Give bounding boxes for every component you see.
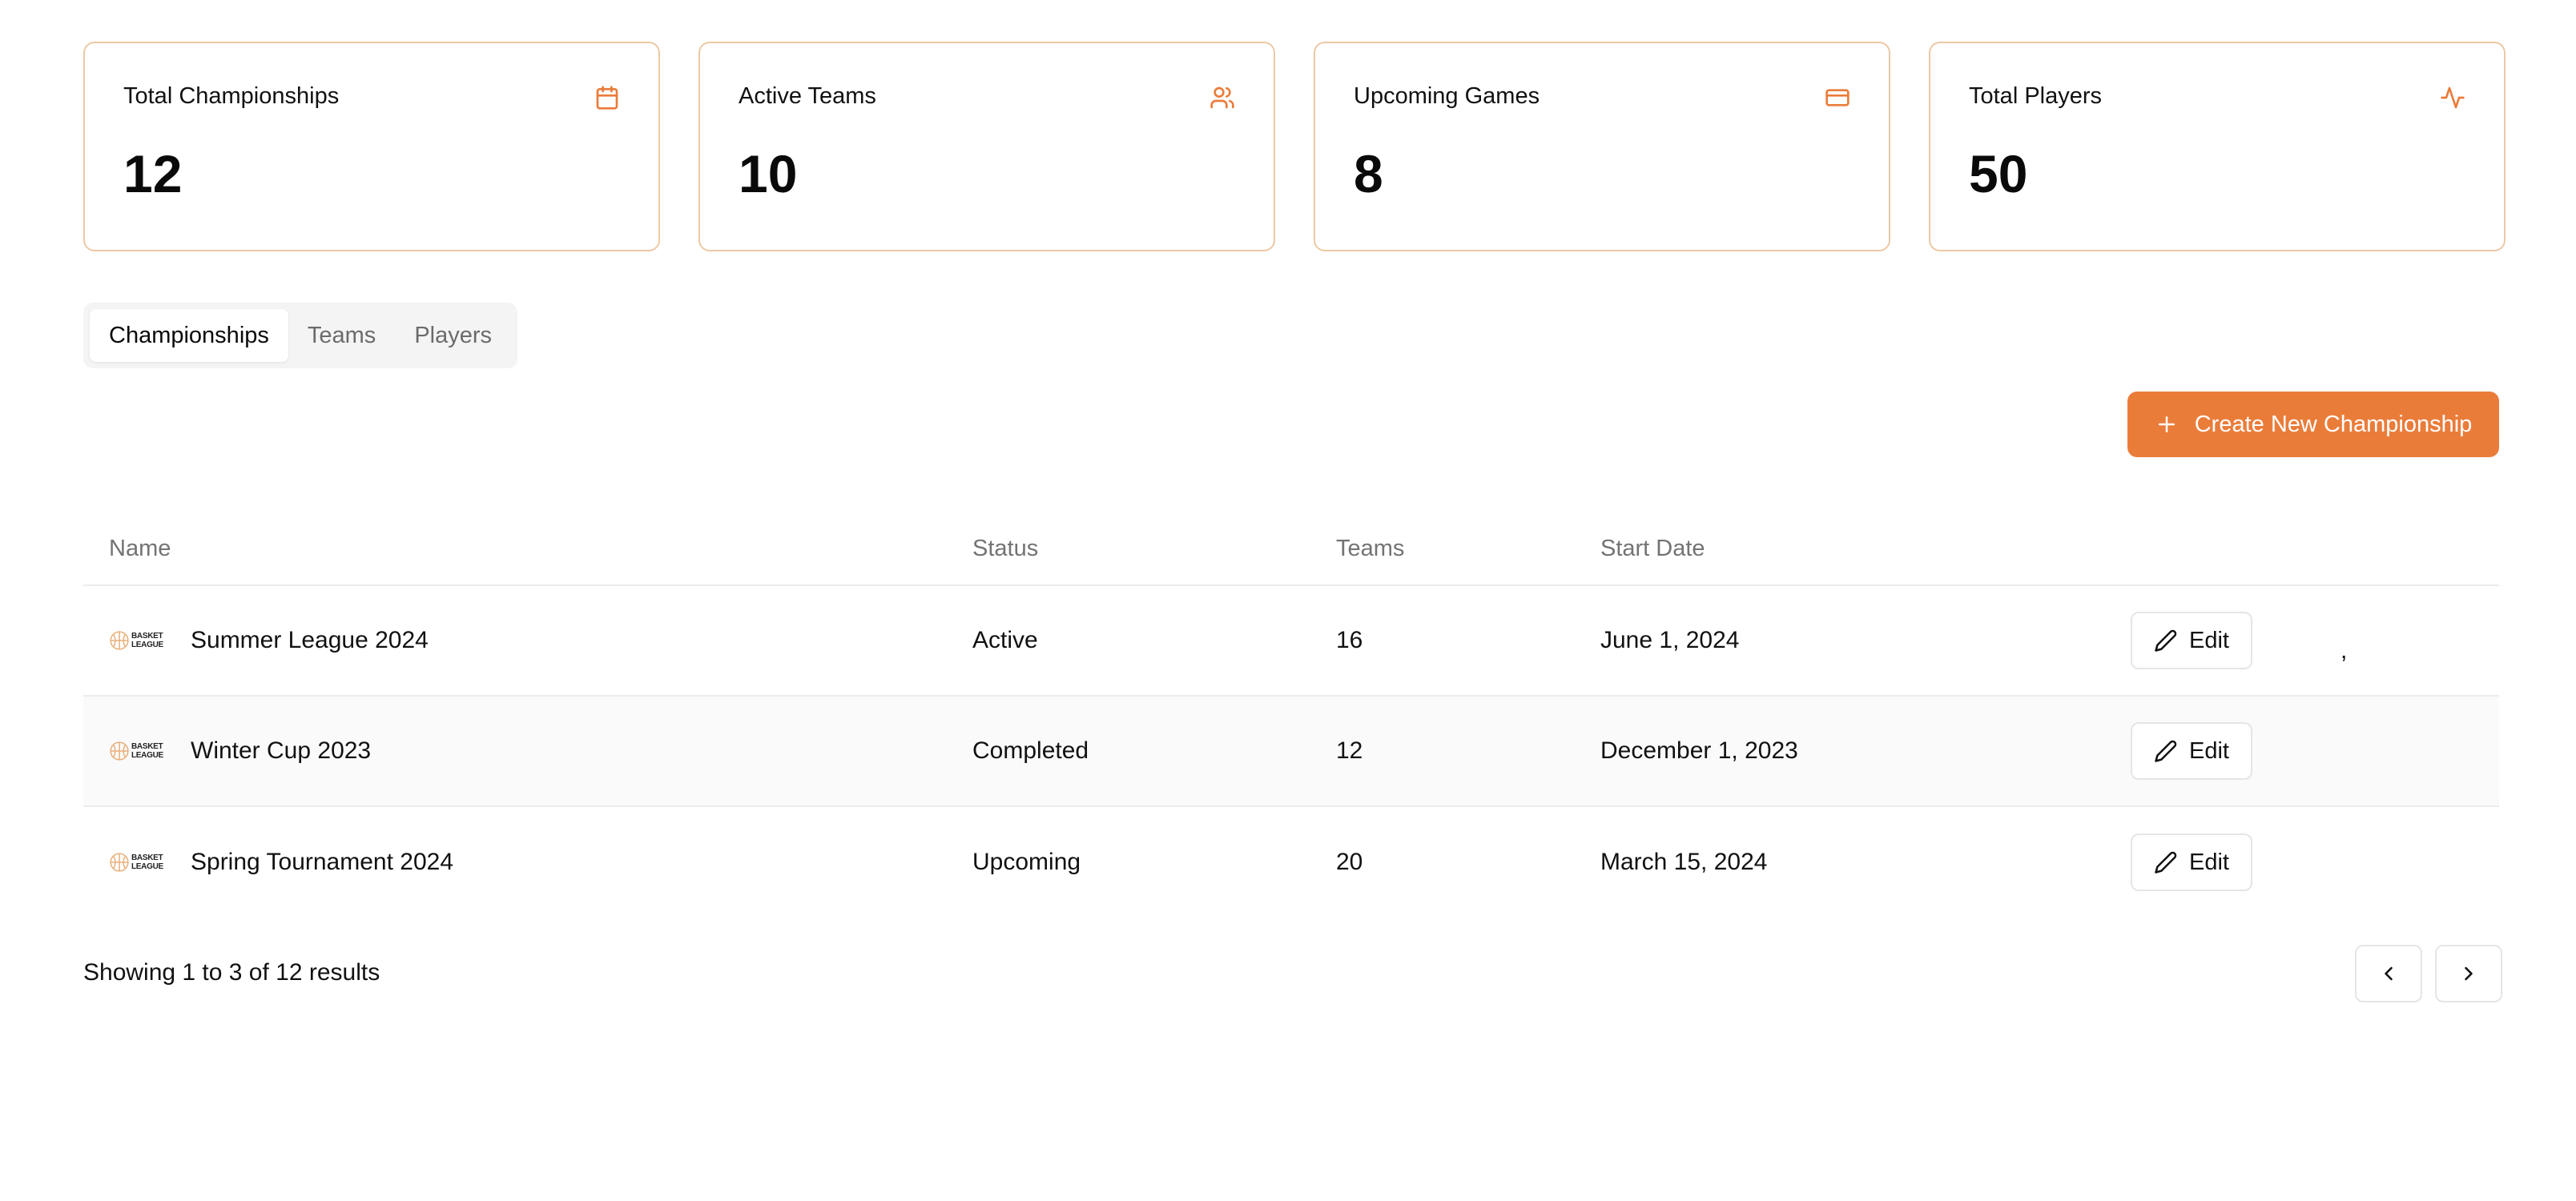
table-row: BASKET LEAGUE Summer League 2024 Active … <box>83 586 2499 697</box>
stat-card-title: Total Players <box>1969 83 2103 109</box>
pagination <box>2355 945 2502 1002</box>
tab-teams[interactable]: Teams <box>288 309 395 362</box>
calendar-icon <box>596 86 618 110</box>
column-header-teams: Teams <box>1336 535 1405 561</box>
basketball-icon <box>110 853 129 872</box>
stat-card-value: 8 <box>1354 144 1383 203</box>
edit-button[interactable]: Edit <box>2131 833 2252 891</box>
results-summary: Showing 1 to 3 of 12 results <box>83 959 380 986</box>
dashboard-page: Total Championships 12 Active Teams 10 U… <box>0 0 2576 1201</box>
stat-card-total-championships: Total Championships 12 <box>83 42 660 251</box>
edit-button-label: Edit <box>2189 737 2229 764</box>
logo-text-line-2: LEAGUE <box>131 751 163 760</box>
previous-page-button[interactable] <box>2355 945 2422 1002</box>
create-championship-label: Create New Championship <box>2194 411 2473 437</box>
championship-name: Summer League 2024 <box>191 627 429 653</box>
chevron-left-icon <box>2385 966 2393 981</box>
championships-table: Name Status Teams Start Date BASKET LEAG… <box>83 512 2499 918</box>
logo-text-line-1: BASKET <box>131 632 163 641</box>
next-page-button[interactable] <box>2435 945 2502 1002</box>
stat-card-title: Total Championships <box>123 83 340 109</box>
create-championship-button[interactable]: Create New Championship <box>2127 392 2499 457</box>
basketball-icon <box>110 741 129 761</box>
stat-card-value: 12 <box>123 144 183 203</box>
championship-teams: 16 <box>1336 627 1363 653</box>
edit-button[interactable]: Edit <box>2131 612 2252 669</box>
basket-league-logo: BASKET LEAGUE <box>109 738 173 764</box>
stat-card-value: 10 <box>739 144 798 203</box>
edit-button-label: Edit <box>2189 627 2229 653</box>
championship-name: Spring Tournament 2024 <box>191 849 454 875</box>
logo-text-line-2: LEAGUE <box>131 641 163 649</box>
logo-text-line-1: BASKET <box>131 742 163 751</box>
column-header-status: Status <box>972 535 1039 561</box>
championship-name-cell: BASKET LEAGUE Spring Tournament 2024 <box>109 849 453 876</box>
pencil-icon <box>2155 629 2177 652</box>
tab-players[interactable]: Players <box>395 309 511 362</box>
championship-teams: 12 <box>1336 737 1363 764</box>
logo-text-line-1: BASKET <box>131 854 163 862</box>
section-tabs: Championships Teams Players <box>83 303 518 368</box>
championship-start-date: June 1, 2024 <box>1600 627 1740 653</box>
pencil-icon <box>2155 740 2177 762</box>
championship-start-date: March 15, 2024 <box>1600 849 1768 875</box>
championship-start-date: December 1, 2023 <box>1600 737 1798 764</box>
table-header: Name Status Teams Start Date <box>83 512 2499 586</box>
championship-name: Winter Cup 2023 <box>191 737 372 764</box>
stats-cards: Total Championships 12 Active Teams 10 U… <box>83 42 2506 251</box>
edit-button[interactable]: Edit <box>2131 722 2252 780</box>
basketball-icon <box>110 631 129 650</box>
logo-text-line-2: LEAGUE <box>131 862 163 871</box>
championship-name-cell: BASKET LEAGUE Winter Cup 2023 <box>109 737 371 765</box>
column-header-start-date: Start Date <box>1600 535 1705 561</box>
pencil-icon <box>2155 851 2177 874</box>
championship-status: Upcoming <box>972 849 1081 875</box>
championship-name-cell: BASKET LEAGUE Summer League 2024 <box>109 627 429 654</box>
plus-icon <box>2158 416 2175 432</box>
championship-status: Completed <box>972 737 1089 764</box>
edit-button-label: Edit <box>2189 849 2229 875</box>
stat-card-title: Active Teams <box>739 83 876 109</box>
stray-text: , <box>2341 637 2348 664</box>
users-icon <box>1210 86 1234 109</box>
stat-card-active-teams: Active Teams 10 <box>698 42 1275 251</box>
chevron-right-icon <box>2465 966 2473 981</box>
table-row: BASKET LEAGUE Winter Cup 2023 Completed … <box>83 697 2499 807</box>
stat-card-title: Upcoming Games <box>1354 83 1540 109</box>
column-header-name: Name <box>109 535 171 561</box>
stat-card-upcoming-games: Upcoming Games 8 <box>1314 42 1890 251</box>
stat-card-value: 50 <box>1969 144 2028 203</box>
credit-card-icon <box>1825 89 1849 106</box>
tab-championships[interactable]: Championships <box>90 309 288 362</box>
table-row: BASKET LEAGUE Spring Tournament 2024 Upc… <box>83 807 2499 918</box>
stat-card-total-players: Total Players 50 <box>1929 42 2506 251</box>
activity-icon <box>2441 86 2465 109</box>
championship-status: Active <box>972 627 1038 653</box>
basket-league-logo: BASKET LEAGUE <box>109 850 173 875</box>
basket-league-logo: BASKET LEAGUE <box>109 628 173 653</box>
championship-teams: 20 <box>1336 849 1363 875</box>
